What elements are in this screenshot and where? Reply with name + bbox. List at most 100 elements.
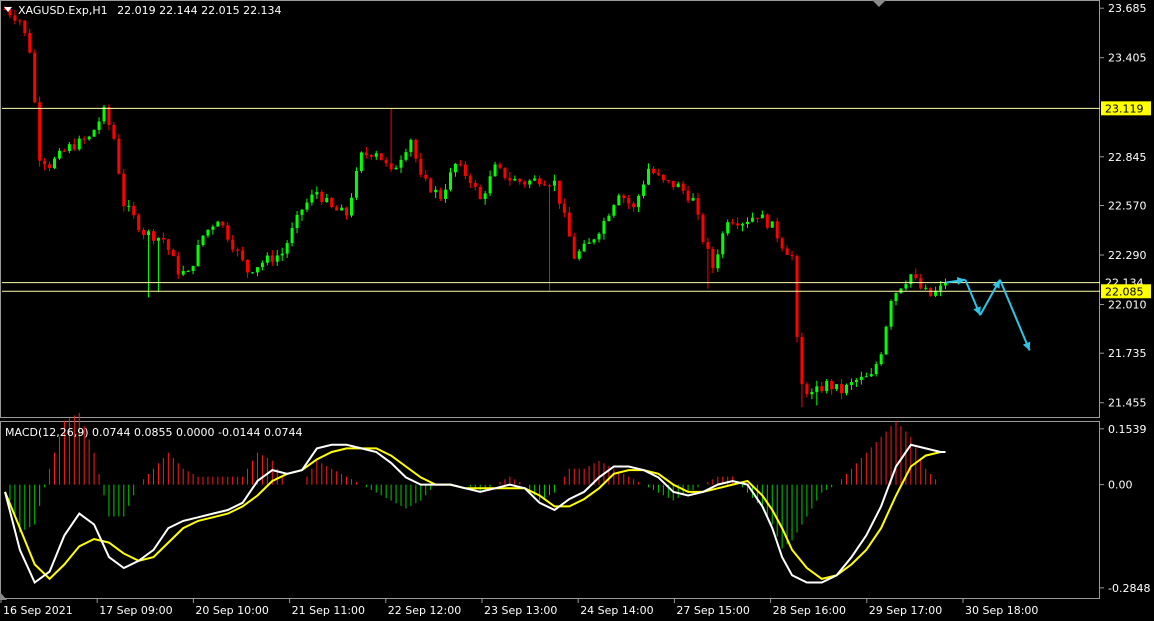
candle-body xyxy=(884,326,888,355)
candle-body xyxy=(721,233,725,255)
candle-body xyxy=(350,197,353,216)
candle-body xyxy=(295,214,299,229)
candle-body xyxy=(671,180,675,188)
candle-body xyxy=(300,209,304,215)
macd-line xyxy=(4,443,946,585)
price-tick-label: 22.010 xyxy=(1108,299,1147,312)
candle-body xyxy=(770,221,774,228)
time-tick-label: 27 Sep 15:00 xyxy=(676,604,749,617)
horizontal-lines[interactable]: 23.11922.13422.085 xyxy=(2,101,1151,299)
candle-body xyxy=(72,144,76,150)
candle-body xyxy=(488,176,492,194)
symbol-header: XAGUSD.Exp,H1 22.019 22.144 22.015 22.13… xyxy=(18,4,282,17)
candle-body xyxy=(48,164,52,169)
candle-body xyxy=(221,221,225,226)
candle-body xyxy=(394,167,398,170)
candle-body xyxy=(562,203,566,213)
candle-body xyxy=(775,221,779,239)
candle-body xyxy=(364,152,368,156)
candle-body xyxy=(651,168,655,174)
candle-body xyxy=(919,277,923,289)
candle-body xyxy=(642,184,646,196)
candle-body xyxy=(236,249,240,251)
candle-body xyxy=(805,384,809,395)
candle-body xyxy=(567,212,571,237)
candle-body xyxy=(726,222,730,234)
candle-body xyxy=(548,185,551,187)
ohlc-text: 22.019 22.144 22.015 22.134 xyxy=(117,4,281,17)
candle-body xyxy=(939,285,943,291)
candle-body xyxy=(429,178,433,193)
candle-body xyxy=(503,167,507,179)
time-tick-label: 24 Sep 14:00 xyxy=(580,604,653,617)
candle-body xyxy=(414,139,418,159)
candle-body xyxy=(854,379,858,382)
candle-body xyxy=(280,253,284,256)
candle-body xyxy=(211,226,215,230)
candle-body xyxy=(557,180,561,204)
candle-body xyxy=(424,174,428,179)
candle-body xyxy=(592,239,596,243)
candle-body xyxy=(97,121,101,130)
candle-body xyxy=(389,163,393,170)
candle-body xyxy=(701,214,705,242)
price-tick-label: 22.290 xyxy=(1108,249,1147,262)
candle-body xyxy=(275,255,279,262)
candle-body xyxy=(13,15,17,21)
chart-window[interactable]: 23.11922.13422.085 23.685 23.405 22.845 22.… xyxy=(0,0,1154,621)
candle-body xyxy=(686,190,690,201)
candle-body xyxy=(419,158,423,175)
candle-body xyxy=(340,207,344,211)
candle-body xyxy=(216,221,220,227)
price-tick-label: 23.685 xyxy=(1108,2,1147,15)
macd-tick-label: 0.1539 xyxy=(1108,423,1147,436)
candle-body xyxy=(18,20,22,22)
candle-body xyxy=(117,138,121,174)
candle-body xyxy=(152,231,155,241)
candle-body xyxy=(874,364,878,375)
candle-body xyxy=(241,250,245,260)
candle-body xyxy=(171,250,175,257)
candle-body xyxy=(285,243,289,254)
candle-body xyxy=(637,195,641,208)
shift-marker-icon[interactable] xyxy=(872,0,886,7)
candle-body xyxy=(369,155,373,157)
candle-body xyxy=(493,164,497,177)
time-tick-label: 20 Sep 10:00 xyxy=(195,604,268,617)
candle-body xyxy=(498,164,502,168)
candle-body xyxy=(28,33,32,53)
candle-body xyxy=(458,163,462,165)
candle-body xyxy=(315,191,319,195)
candle-body xyxy=(345,207,349,216)
macd-subwindow-frame xyxy=(0,421,1100,599)
candle-body xyxy=(43,160,47,165)
candle-body xyxy=(800,336,804,385)
candle-body xyxy=(478,186,482,199)
candle-body xyxy=(399,159,403,168)
time-tick-label: 22 Sep 12:00 xyxy=(388,604,461,617)
candle-body xyxy=(924,287,928,289)
candle-body xyxy=(354,171,358,198)
candle-body xyxy=(330,197,334,208)
candle-body xyxy=(929,287,933,296)
candle-body xyxy=(820,386,824,392)
candle-body xyxy=(409,139,413,153)
candle-body xyxy=(320,191,324,202)
candle-body xyxy=(607,215,611,222)
candle-body xyxy=(206,229,210,236)
candle-body xyxy=(810,392,814,395)
candle-body xyxy=(696,198,700,215)
candle-body xyxy=(147,231,151,236)
candle-body xyxy=(790,254,794,257)
candle-body xyxy=(627,198,631,204)
candle-body xyxy=(33,52,37,103)
candle-body xyxy=(879,354,883,365)
time-axis: 16 Sep 2021 17 Sep 09:00 20 Sep 10:00 21 Se… xyxy=(0,598,1038,617)
candle-body xyxy=(543,184,547,186)
time-tick-label: 28 Sep 16:00 xyxy=(773,604,846,617)
candle-body xyxy=(161,237,165,240)
candle-body xyxy=(746,221,749,225)
candle-body xyxy=(453,163,457,173)
candle-body xyxy=(622,195,626,199)
candle-body xyxy=(538,178,542,185)
